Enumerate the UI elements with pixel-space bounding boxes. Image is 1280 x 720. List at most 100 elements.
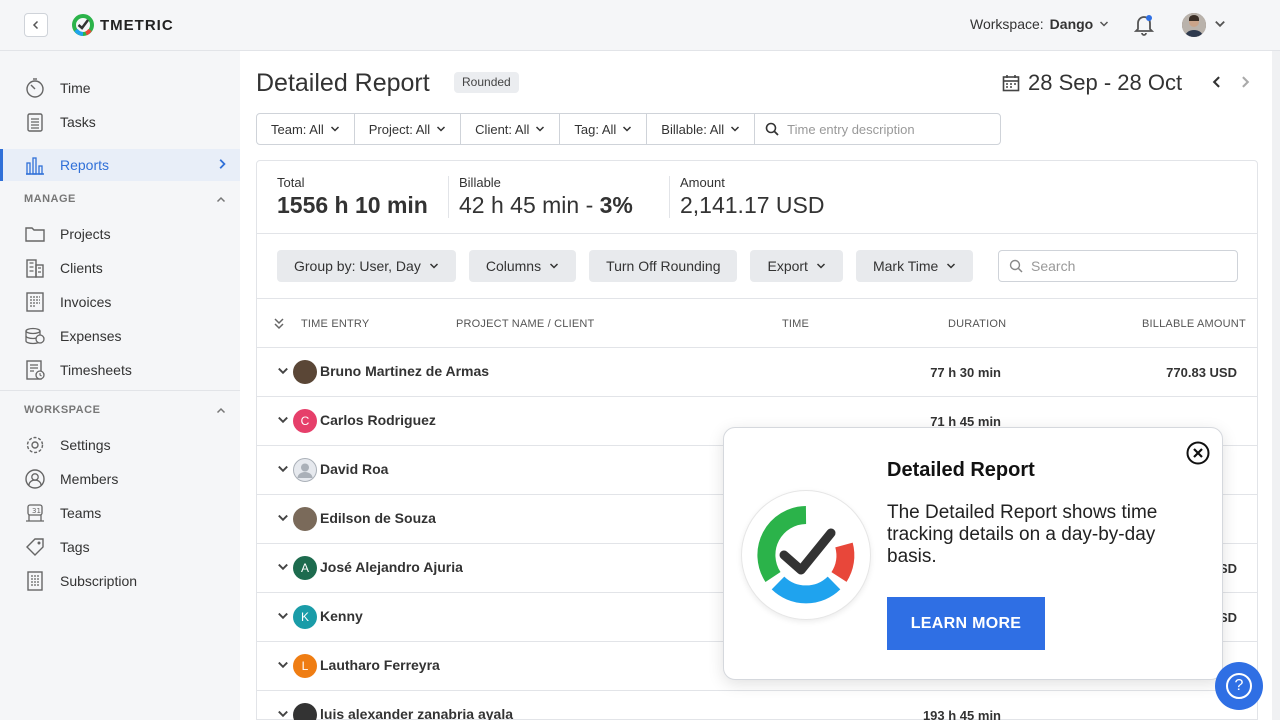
close-icon[interactable]: [1186, 441, 1210, 465]
sidebar-item-invoices[interactable]: Invoices: [0, 286, 240, 318]
chevron-down-icon[interactable]: [277, 463, 289, 475]
chevron-up-icon[interactable]: [216, 195, 226, 205]
sidebar-item-label: Reports: [60, 157, 110, 173]
sidebar-item-members[interactable]: Members: [0, 463, 240, 495]
export-button[interactable]: Export: [750, 250, 843, 282]
chevron-down-icon[interactable]: [277, 561, 289, 573]
turn-off-rounding-button[interactable]: Turn Off Rounding: [589, 250, 738, 282]
user-name: José Alejandro Ajuria: [320, 559, 463, 575]
sidebar-item-expenses[interactable]: Expenses: [0, 320, 240, 352]
chevron-down-icon: [550, 263, 559, 269]
project-filter[interactable]: Project: All: [355, 114, 462, 144]
calendar-icon: [1002, 75, 1020, 92]
sidebar-item-label: Time: [60, 80, 91, 96]
sidebar-item-timesheets[interactable]: Timesheets: [0, 354, 240, 386]
time-entry-search[interactable]: Time entry description: [755, 114, 1000, 144]
table-row[interactable]: luis alexander zanabria ayala 193 h 45 mi…: [257, 691, 1257, 720]
feature-popup: Detailed Report The Detailed Report show…: [723, 427, 1223, 680]
sidebar-item-label: Members: [60, 471, 119, 487]
rounded-badge: Rounded: [454, 72, 519, 93]
next-period-icon[interactable]: [1238, 75, 1252, 89]
export-label: Export: [767, 258, 808, 274]
chevron-down-icon[interactable]: [277, 659, 289, 671]
sidebar-item-label: Expenses: [60, 328, 122, 344]
teams-icon: 31: [24, 502, 46, 524]
chevron-down-icon[interactable]: [277, 512, 289, 524]
sidebar-item-settings[interactable]: Settings: [0, 429, 240, 461]
chevron-down-icon[interactable]: [277, 610, 289, 622]
col-time[interactable]: TIME: [782, 318, 809, 330]
avatar: A: [293, 556, 317, 580]
workspace-name: Dango: [1049, 16, 1094, 32]
avatar: [293, 507, 317, 531]
tag-filter[interactable]: Tag: All: [560, 114, 648, 144]
user-avatar[interactable]: [1182, 13, 1206, 37]
clipboard-icon: [24, 111, 46, 133]
previous-period-icon[interactable]: [1210, 75, 1224, 89]
amount-label: Amount: [680, 175, 725, 190]
tmetric-logo[interactable]: TMETRIC: [72, 14, 174, 36]
billable-filter[interactable]: Billable: All: [647, 114, 756, 144]
chevron-down-icon[interactable]: [277, 708, 289, 720]
chevron-right-icon: [219, 159, 226, 169]
total-value: 1556 h 10 min: [277, 192, 428, 218]
date-range-picker[interactable]: 28 Sep - 28 Oct: [1002, 70, 1182, 96]
collapse-sidebar-button[interactable]: [24, 13, 48, 37]
col-duration[interactable]: DURATION: [948, 318, 1006, 330]
sidebar-item-clients[interactable]: Clients: [0, 252, 240, 284]
client-filter[interactable]: Client: All: [461, 114, 561, 144]
columns-button[interactable]: Columns: [468, 250, 577, 282]
chevron-down-icon: [437, 126, 446, 132]
sidebar-item-projects[interactable]: Projects: [0, 218, 240, 250]
user-photo-icon: [1182, 13, 1206, 37]
report-search-input[interactable]: Search: [998, 250, 1238, 282]
chevron-down-icon[interactable]: [277, 365, 289, 377]
sidebar-item-label: Tags: [60, 539, 90, 555]
tag-icon: [24, 536, 46, 558]
building-icon: [24, 257, 46, 279]
project-filter-label: Project: All: [368, 121, 431, 137]
sidebar-item-tasks[interactable]: Tasks: [0, 106, 240, 138]
bar-chart-icon: [24, 154, 46, 176]
group-by-button[interactable]: Group by: User, Day: [277, 250, 456, 282]
chevron-down-icon: [429, 263, 438, 269]
chevron-down-icon: [1100, 21, 1109, 27]
totals-summary: Total 1556 h 10 min Billable 42 h 45 min…: [257, 161, 1257, 234]
col-billable-amount[interactable]: BILLABLE AMOUNT: [1142, 318, 1246, 330]
scrollbar[interactable]: [1272, 51, 1280, 720]
stopwatch-icon: [24, 77, 46, 99]
col-time-entry[interactable]: TIME ENTRY: [301, 318, 369, 330]
mark-time-button[interactable]: Mark Time: [855, 250, 974, 282]
team-filter[interactable]: Team: All: [257, 114, 355, 144]
user-name: Kenny: [320, 608, 363, 624]
notifications-button[interactable]: [1133, 14, 1155, 36]
user-menu-chevron-icon[interactable]: [1214, 18, 1226, 30]
sidebar-item-label: Settings: [60, 437, 111, 453]
filter-bar: Team: All Project: All Client: All Tag: …: [256, 113, 1002, 145]
col-project-client[interactable]: PROJECT NAME / CLIENT: [456, 318, 594, 330]
sidebar-item-teams[interactable]: 31 Teams: [0, 497, 240, 529]
chevron-down-icon: [947, 263, 956, 269]
team-filter-label: Team: All: [271, 121, 324, 137]
sidebar-item-subscription[interactable]: Subscription: [0, 565, 240, 597]
page-title: Detailed Report: [256, 69, 430, 97]
time-entry-search-placeholder: Time entry description: [787, 121, 915, 137]
columns-label: Columns: [485, 258, 542, 274]
table-row[interactable]: Bruno Martinez de Armas 77 h 30 min 770.83…: [257, 348, 1257, 397]
learn-more-button[interactable]: LEARN MORE: [887, 597, 1045, 650]
chevron-down-icon[interactable]: [277, 414, 289, 426]
expand-all-icon[interactable]: [273, 317, 285, 331]
chevron-up-icon[interactable]: [216, 406, 226, 416]
avatar: [293, 360, 317, 384]
billable-amount-value: 770.83 USD: [1166, 365, 1237, 380]
workspace-selector[interactable]: Workspace: Dango: [970, 16, 1109, 32]
sidebar-divider: [0, 390, 240, 391]
sidebar-item-time[interactable]: Time: [0, 72, 240, 104]
chevron-down-icon: [330, 126, 339, 132]
help-button[interactable]: ?: [1215, 662, 1263, 710]
sidebar-item-tags[interactable]: Tags: [0, 531, 240, 563]
user-icon: [24, 468, 46, 490]
document-icon: [24, 570, 46, 592]
sidebar-item-label: Projects: [60, 226, 111, 242]
sidebar-item-reports[interactable]: Reports: [0, 149, 240, 181]
